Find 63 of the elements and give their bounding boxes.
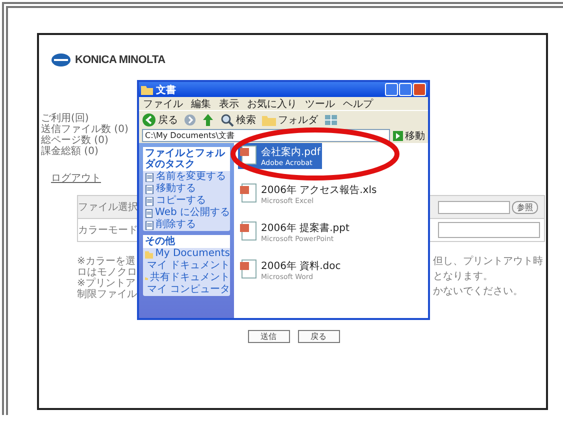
logo-icon (51, 53, 71, 67)
note-text: ロはモノクロ (77, 267, 137, 278)
note-text: かないでください。 (433, 286, 524, 297)
folder-icon (141, 84, 153, 94)
document-icon (145, 208, 154, 218)
up-arrow-button[interactable] (202, 112, 214, 126)
file-input-field[interactable] (438, 200, 510, 214)
field-label: カラーモード (78, 224, 138, 237)
usage-text: 送信ファイル数 (0) (41, 124, 128, 135)
task-link[interactable]: 名前を変更する (143, 171, 230, 183)
task-link[interactable]: マイ ドキュメント (143, 260, 230, 272)
color-mode-field[interactable] (438, 222, 540, 238)
document-icon (145, 172, 154, 182)
note-text: 制限ファイル (77, 289, 137, 300)
browse-button[interactable]: 参照 (512, 200, 538, 214)
note-text: ※カラーを選 (77, 256, 136, 267)
panel-heading: ファイルとフォルダのタスク (143, 147, 230, 171)
logout-link[interactable]: ログアウト (51, 171, 101, 185)
menu-item[interactable]: 編集 (191, 96, 211, 110)
magnifier-icon (220, 112, 234, 126)
document-icon (240, 183, 258, 203)
task-link[interactable]: マイ コンピュータ (143, 284, 230, 296)
task-link[interactable]: コピーする (143, 195, 230, 207)
note-text: ※プリントア (77, 278, 136, 289)
usage-text: ご利用(回) (41, 113, 89, 124)
menu-item[interactable]: ファイル (143, 96, 183, 110)
document-icon (240, 145, 258, 165)
close-button[interactable] (413, 83, 426, 96)
document-icon (145, 184, 154, 194)
document-icon (145, 220, 154, 230)
toolbar-button[interactable]: 検索 (220, 112, 256, 126)
note-text: 但し、プリントアウト時 (433, 256, 543, 267)
document-icon (240, 221, 258, 241)
go-button[interactable]: 移動 (393, 128, 425, 142)
folder-icon (145, 250, 154, 258)
task-link[interactable]: My Documents (143, 248, 230, 260)
form-button[interactable]: 送信 (248, 330, 290, 343)
menu-item[interactable]: ヘルプ (343, 96, 373, 110)
logo-text: KONICA MINOLTA (75, 54, 166, 66)
field-label: ファイル選択 (78, 201, 138, 214)
go-arrow-icon (393, 130, 403, 140)
task-link[interactable]: 削除する (143, 219, 230, 231)
panel-heading: その他 (143, 235, 230, 248)
toolbar-button[interactable]: 戻る (142, 112, 178, 126)
form-button[interactable]: 戻る (298, 330, 340, 343)
menu-item[interactable]: お気に入り (247, 96, 297, 110)
usage-text: 総ページ数 (0) (41, 135, 108, 146)
menu-item[interactable]: 表示 (219, 96, 239, 110)
document-icon (240, 259, 258, 279)
document-icon (145, 196, 154, 206)
task-link[interactable]: 移動する (143, 183, 230, 195)
toolbar-button[interactable]: フォルダ (262, 112, 318, 126)
note-text: となります。 (433, 271, 494, 282)
maximize-button[interactable] (399, 83, 412, 96)
window-title: 文書 (156, 84, 176, 96)
task-link[interactable]: Web に公開する (143, 207, 230, 219)
menu-item[interactable]: ツール (305, 96, 335, 110)
task-link[interactable]: 共有ドキュメント (143, 272, 230, 284)
minimize-button[interactable] (385, 83, 398, 96)
forward-arrow-button[interactable] (184, 112, 196, 126)
grid-button[interactable] (324, 112, 338, 126)
usage-text: 課金総額 (0) (41, 146, 98, 157)
up-arrow-icon (202, 112, 214, 126)
